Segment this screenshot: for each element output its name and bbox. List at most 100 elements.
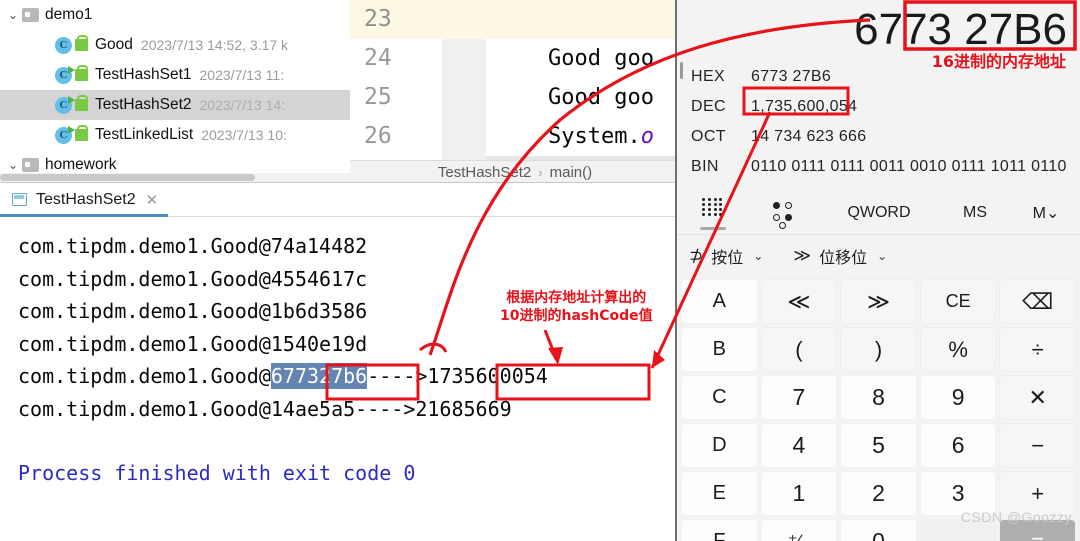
editor-code-line[interactable]: Good goo <box>486 39 680 78</box>
selected-hex-address[interactable]: 677327b6 <box>270 363 368 389</box>
editor-line-number: 23 <box>350 0 442 39</box>
tree-row[interactable]: C TestLinkedList 2023/7/13 10: <box>0 120 350 150</box>
editor-code-line[interactable]: Good goo <box>486 78 680 117</box>
keypad-dots-glyph <box>702 197 724 218</box>
radix-conversion-list: HEX 6773 27B6 DEC 1,735,600,054 OCT 14 734 62… <box>677 62 1080 182</box>
breadcrumb-separator: › <box>538 165 543 180</box>
editor-fold-cell <box>442 0 486 39</box>
editor-line-number: 24 <box>364 45 392 71</box>
bit-toggle-keypad-icon[interactable] <box>749 191 823 235</box>
console-output-line[interactable]: com.tipdm.demo1.Good@14ae5a5---->2168566… <box>18 393 680 426</box>
editor-breadcrumb[interactable]: TestHashSet2 › main() <box>350 160 680 184</box>
key-plus[interactable]: + <box>999 471 1076 516</box>
editor-code-line[interactable]: System.o <box>486 117 680 156</box>
key-clear-entry[interactable]: CE <box>919 279 997 324</box>
chevron-down-icon[interactable]: ⌄ <box>4 158 22 172</box>
unlocked-icon <box>75 35 88 51</box>
tree-item-label: TestLinkedList <box>95 126 194 143</box>
key-e[interactable]: E <box>681 471 758 516</box>
key-4[interactable]: 4 <box>760 423 838 468</box>
bitshift-label: 位移位 <box>819 250 868 267</box>
radix-row-dec[interactable]: DEC 1,735,600,054 <box>691 92 1080 122</box>
java-class-icon: C <box>55 95 75 114</box>
breadcrumb-method[interactable]: main() <box>550 164 593 181</box>
keypad-toggle-icon[interactable] <box>677 191 749 235</box>
console-tab-testhashset2[interactable]: TestHashSet2 ✕ <box>0 183 169 217</box>
close-icon[interactable]: ✕ <box>146 191 159 209</box>
key-6[interactable]: 6 <box>919 423 997 468</box>
key-d[interactable]: D <box>681 423 758 468</box>
tree-item-label: TestHashSet1 <box>95 66 192 83</box>
key-equals[interactable]: = <box>999 519 1076 541</box>
key-multiply[interactable]: ✕ <box>999 375 1076 420</box>
bitshift-dropdown[interactable]: ≫ 位移位 ⌄ <box>793 244 887 268</box>
key-a[interactable]: A <box>681 279 758 324</box>
key-3[interactable]: 3 <box>919 471 997 516</box>
chevron-down-icon[interactable]: ⌄ <box>4 8 22 22</box>
editor-line-number: 25 <box>364 84 392 110</box>
bit-dot-5 <box>779 221 786 229</box>
console-output-line[interactable]: com.tipdm.demo1.Good@677327b6---->173560… <box>18 360 680 393</box>
key-f[interactable]: F <box>681 519 758 541</box>
console-output-line[interactable]: com.tipdm.demo1.Good@1540e19d <box>18 328 680 361</box>
editor-code-area[interactable]: Good gooGood gooSystem.oSystem.o <box>486 0 680 160</box>
key-modulo[interactable]: % <box>919 327 997 372</box>
radix-label: BIN <box>691 158 719 175</box>
calculator-memory-row: QWORD MS M⌄ <box>677 191 1080 235</box>
key-8[interactable]: 8 <box>840 375 917 420</box>
key-sign-toggle[interactable]: ⁺∕₋ <box>760 519 838 541</box>
key-2[interactable]: 2 <box>840 471 917 516</box>
key-shift-right[interactable]: ≫ <box>840 279 917 324</box>
bitwise-dropdown[interactable]: ⊅ 按位 ⌄ <box>689 244 763 268</box>
keypad-toggle-underline <box>700 226 726 230</box>
editor-code-line[interactable] <box>486 0 680 39</box>
key-close-paren[interactable]: ) <box>840 327 917 372</box>
calculator-keypad: A ≪ ≫ CE ⌫ B()% ÷ C 7 8 9 ✕ D 4 5 6− E 1 2 3 + F ⁺∕₋ 0 · = <box>677 279 1080 541</box>
tree-horizontal-scrollbar[interactable] <box>0 173 350 182</box>
tree-row[interactable]: ⌄ demo1 <box>0 0 350 30</box>
editor-fold-strip <box>442 0 486 160</box>
key-b[interactable]: B <box>681 327 758 372</box>
key-decimal-point[interactable]: · <box>919 519 997 541</box>
radix-label: OCT <box>691 128 726 145</box>
chevron-down-icon: ⌄ <box>877 249 888 263</box>
breadcrumb-class[interactable]: TestHashSet2 <box>438 164 531 181</box>
bit-dot-2 <box>785 201 792 209</box>
unlocked-icon <box>75 95 88 111</box>
tree-row[interactable]: C TestHashSet1 2023/7/13 11: <box>0 60 350 90</box>
memory-store-button[interactable]: MS <box>935 204 1015 222</box>
chevron-down-icon: ⌄ <box>753 249 764 263</box>
word-size-button[interactable]: QWORD <box>823 204 935 222</box>
key-1[interactable]: 1 <box>760 471 838 516</box>
tree-row[interactable]: C TestHashSet2 2023/7/13 14: <box>0 90 350 120</box>
key-minus[interactable]: − <box>999 423 1076 468</box>
radix-value: 1,735,600,054 <box>751 98 858 115</box>
tree-row[interactable]: C Good 2023/7/13 14:52, 3.17 k <box>0 30 350 60</box>
memory-menu-button[interactable]: M⌄ <box>1015 203 1077 223</box>
key-7[interactable]: 7 <box>760 375 838 420</box>
key-divide[interactable]: ÷ <box>999 327 1076 372</box>
key-5[interactable]: 5 <box>840 423 917 468</box>
key-c[interactable]: C <box>681 375 758 420</box>
console-output[interactable]: com.tipdm.demo1.Good@74a14482 com.tipdm.d… <box>0 217 680 490</box>
bit-dot-1 <box>773 201 780 209</box>
tree-item-label: Good <box>95 36 133 53</box>
radix-label: HEX <box>691 68 726 85</box>
console-output-line[interactable]: com.tipdm.demo1.Good@74a14482 <box>18 230 680 263</box>
java-class-icon: C <box>55 125 75 144</box>
key-open-paren[interactable]: ( <box>760 327 838 372</box>
radix-value: 0110 0111 0111 0011 0010 0111 1011 0110 <box>751 158 1067 175</box>
annotation-hashcode-label: 根据内存地址计算出的 10进制的hashCode值 <box>500 289 653 325</box>
editor-fold-cell <box>442 78 486 117</box>
radix-row-bin[interactable]: BIN 0110 0111 0111 0011 0010 0111 1011 01… <box>691 152 1080 182</box>
console-line-suffix: ---->1735600054 <box>367 364 548 388</box>
tree-item-meta: 2023/7/13 14:52, 3.17 k <box>140 37 289 53</box>
backspace-icon[interactable]: ⌫ <box>999 279 1076 324</box>
annotation-hashcode-line2: 10进制的hashCode值 <box>500 308 653 324</box>
key-shift-left[interactable]: ≪ <box>760 279 838 324</box>
code-field-token: o <box>640 124 654 149</box>
tree-item-meta: 2023/7/13 14: <box>199 97 286 113</box>
key-9[interactable]: 9 <box>919 375 997 420</box>
key-0[interactable]: 0 <box>840 519 917 541</box>
radix-row-oct[interactable]: OCT 14 734 623 666 <box>691 122 1080 152</box>
